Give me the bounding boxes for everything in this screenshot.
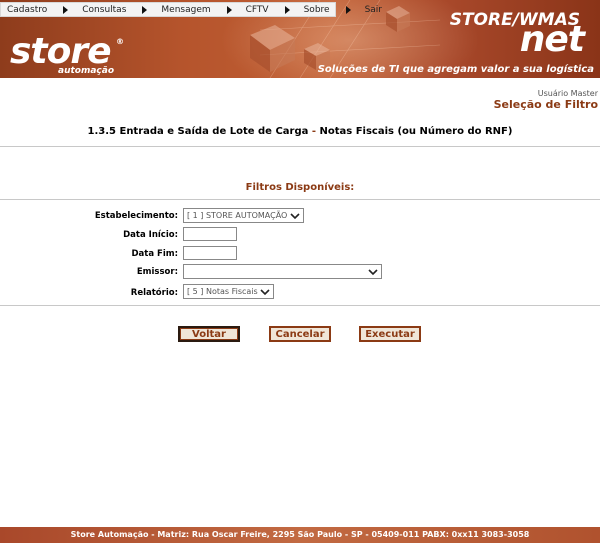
main-menu: Cadastro Consultas Mensagem CFTV Sobre S… [0,2,382,17]
cancelar-button[interactable]: Cancelar [269,326,331,342]
cube-icon [386,6,410,32]
menu-item-sobre[interactable]: Sobre [302,3,332,16]
relatorio-label: Relatório: [130,288,178,298]
chevron-down-icon [368,269,378,276]
brand-net: net [519,19,585,60]
estabelecimento-label: Estabelecimento: [94,211,178,221]
divider [0,146,600,147]
menu-item-sair[interactable]: Sair [363,3,384,16]
menu-item-cadastro[interactable]: Cadastro [5,3,49,16]
chevron-down-icon [290,213,300,220]
user-name: Usuário Master [537,89,598,98]
menu-label: Cadastro [7,4,48,15]
estabelecimento-select[interactable]: [ 1 ] STORE AUTOMAÇÃO [183,208,304,223]
menu-item-cftv[interactable]: CFTV [244,3,271,16]
voltar-button[interactable]: Voltar [178,326,240,342]
menu-label: Mensagem [161,4,211,15]
tagline: Soluções de TI que agregam valor a sua l… [317,64,594,75]
filters-title: Filtros Disponíveis: [245,182,355,193]
divider [0,199,600,200]
menu-label: CFTV [245,4,269,15]
executar-button[interactable]: Executar [359,326,421,342]
estabelecimento-value: [ 1 ] STORE AUTOMAÇÃO [187,211,288,220]
page-title-main: 1.3.5 Entrada e Saída de Lote de Carga [87,126,309,137]
data-fim-label: Data Fim: [131,249,178,259]
cube-icon [250,25,295,72]
arrow-right-icon [142,5,148,14]
page-kind: Seleção de Filtro [493,98,598,111]
page-title: 1.3.5 Entrada e Saída de Lote de Carga -… [0,126,600,137]
menu-label: Sair [364,4,383,15]
menu-label: Sobre [303,4,330,15]
menu-label: Consultas [82,4,127,15]
logo-subtitle: automação [58,66,115,76]
chevron-down-icon [260,289,270,296]
arrow-right-icon [345,5,351,14]
store-logo: store [10,31,112,72]
data-inicio-input[interactable] [183,227,237,241]
menu-item-mensagem[interactable]: Mensagem [159,3,212,16]
arrow-right-icon [63,5,69,14]
page-title-separator: - [308,126,320,137]
page-title-sub: Notas Fiscais (ou Número do RNF) [319,126,513,137]
data-inicio-label: Data Início: [123,230,178,240]
emissor-select[interactable] [183,264,382,279]
arrow-right-icon [284,5,290,14]
menu-item-consultas[interactable]: Consultas [80,3,128,16]
divider [0,305,600,306]
relatorio-value: [ 5 ] Notas Fiscais [187,287,258,296]
footer: Store Automação - Matriz: Rua Oscar Frei… [0,527,600,543]
relatorio-select[interactable]: [ 5 ] Notas Fiscais [183,284,274,299]
registered-mark: ® [116,37,124,46]
data-fim-input[interactable] [183,246,237,260]
emissor-label: Emissor: [136,267,178,277]
arrow-right-icon [226,5,232,14]
